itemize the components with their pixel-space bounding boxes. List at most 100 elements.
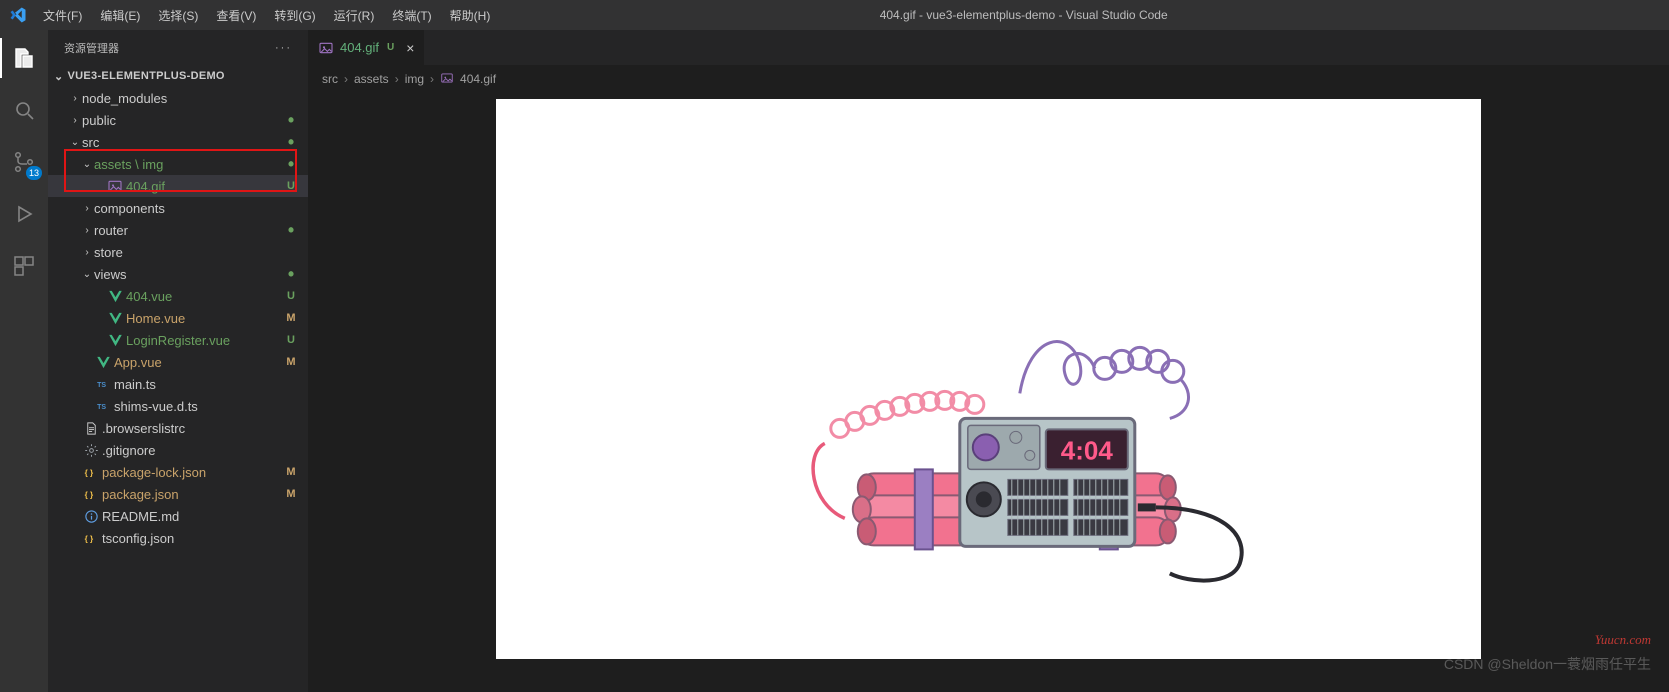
tree-file[interactable]: TSmain.ts — [48, 373, 308, 395]
tree-file[interactable]: TSshims-vue.d.ts — [48, 395, 308, 417]
tree-folder[interactable]: ⌄src• — [48, 131, 308, 153]
json-file-icon: { } — [82, 531, 100, 546]
sidebar: 资源管理器 ··· ⌄ VUE3-ELEMENTPLUS-DEMO ›node_… — [48, 30, 308, 692]
tree-folder[interactable]: ›router• — [48, 219, 308, 241]
project-name: VUE3-ELEMENTPLUS-DEMO — [68, 70, 225, 82]
svg-text:{ }: { } — [84, 534, 93, 543]
breadcrumb-current[interactable]: 404.gif — [460, 72, 496, 86]
tab-filename: 404.gif — [340, 40, 379, 55]
chevron-icon: › — [68, 115, 82, 126]
tree-file[interactable]: .browserslistrc — [48, 417, 308, 439]
tree-file[interactable]: App.vueM — [48, 351, 308, 373]
ts-file-icon: TS — [94, 399, 112, 413]
menu-goto[interactable]: 转到(G) — [266, 3, 323, 28]
file-file-icon — [82, 421, 100, 436]
tree-item-label: README.md — [102, 509, 298, 524]
activity-explorer-icon[interactable] — [0, 38, 48, 78]
activity-scm-icon[interactable]: 13 — [0, 142, 48, 182]
git-status: M — [284, 466, 298, 478]
tree-file[interactable]: Home.vueM — [48, 307, 308, 329]
vscode-logo-icon — [0, 6, 35, 24]
svg-text:4:04: 4:04 — [1060, 435, 1113, 465]
tree-file[interactable]: 404.vueU — [48, 285, 308, 307]
watermark-site: Yuucn.com — [1595, 632, 1651, 648]
tree-item-label: src — [82, 135, 284, 150]
menu-help[interactable]: 帮助(H) — [442, 3, 499, 28]
tree-item-label: public — [82, 113, 284, 128]
tree-file[interactable]: { } package.jsonM — [48, 483, 308, 505]
image-canvas: 4:04 — [496, 99, 1481, 659]
tree-item-label: package.json — [102, 487, 284, 502]
activity-extensions-icon[interactable] — [0, 246, 48, 286]
tree-item-label: LoginRegister.vue — [126, 333, 284, 348]
vue-file-icon — [106, 289, 124, 304]
editor-tabs: 404.gif U × — [308, 30, 1669, 65]
tree-item-label: router — [94, 223, 284, 238]
editor-tab[interactable]: 404.gif U × — [308, 30, 425, 65]
tree-file[interactable]: { }tsconfig.json — [48, 527, 308, 549]
breadcrumb-part[interactable]: src — [322, 72, 338, 86]
vue-file-icon — [106, 311, 124, 326]
info-file-icon — [82, 509, 100, 524]
menu-file[interactable]: 文件(F) — [35, 3, 90, 28]
json-file-icon: { } — [82, 465, 100, 480]
tree-file[interactable]: { }package-lock.jsonM — [48, 461, 308, 483]
tree-folder[interactable]: ›components — [48, 197, 308, 219]
tree-file[interactable]: README.md — [48, 505, 308, 527]
git-changed-dot: • — [284, 159, 298, 169]
menu-terminal[interactable]: 终端(T) — [384, 3, 439, 28]
window-title: 404.gif - vue3-elementplus-demo - Visual… — [498, 8, 1549, 22]
git-status: M — [284, 488, 298, 500]
tree-file[interactable]: LoginRegister.vueU — [48, 329, 308, 351]
main-menu: 文件(F) 编辑(E) 选择(S) 查看(V) 转到(G) 运行(R) 终端(T… — [35, 3, 498, 28]
close-icon[interactable]: × — [406, 40, 414, 56]
activity-search-icon[interactable] — [0, 90, 48, 130]
tree-file[interactable]: 404.gifU — [48, 175, 308, 197]
watermark-author: CSDN @Sheldon一蓑烟雨任平生 — [1444, 654, 1651, 674]
tree-item-label: package-lock.json — [102, 465, 284, 480]
menu-view[interactable]: 查看(V) — [208, 3, 264, 28]
tree-folder[interactable]: ›public• — [48, 109, 308, 131]
tree-item-label: main.ts — [114, 377, 298, 392]
breadcrumb-part[interactable]: img — [405, 72, 424, 86]
git-status: U — [284, 290, 298, 302]
tree-item-label: .gitignore — [102, 443, 298, 458]
vue-file-icon — [94, 355, 112, 370]
chevron-icon: ⌄ — [80, 159, 94, 170]
menu-edit[interactable]: 编辑(E) — [92, 3, 148, 28]
sidebar-section-title[interactable]: ⌄ VUE3-ELEMENTPLUS-DEMO — [48, 65, 308, 87]
tree-folder[interactable]: ›node_modules — [48, 87, 308, 109]
sidebar-title: 资源管理器 — [64, 40, 119, 56]
activity-bar: 13 — [0, 30, 48, 692]
breadcrumb[interactable]: src› assets› img› 404.gif — [308, 65, 1669, 93]
menu-select[interactable]: 选择(S) — [150, 3, 206, 28]
tree-item-label: 404.gif — [126, 179, 284, 194]
tree-item-label: components — [94, 201, 298, 216]
tree-item-label: 404.vue — [126, 289, 284, 304]
git-changed-dot: • — [284, 115, 298, 125]
git-changed-dot: • — [284, 137, 298, 147]
git-status: U — [284, 334, 298, 346]
tree-item-label: node_modules — [82, 91, 298, 106]
git-changed-dot: • — [284, 269, 298, 279]
sidebar-header: 资源管理器 ··· — [48, 30, 308, 65]
chevron-down-icon: ⌄ — [54, 70, 64, 83]
activity-debug-icon[interactable] — [0, 194, 48, 234]
chevron-icon: › — [80, 203, 94, 214]
tree-item-label: store — [94, 245, 298, 260]
tree-folder[interactable]: ›store — [48, 241, 308, 263]
sidebar-more-icon[interactable]: ··· — [275, 42, 292, 54]
tree-folder[interactable]: ⌄assets \ img• — [48, 153, 308, 175]
tree-item-label: shims-vue.d.ts — [114, 399, 298, 414]
git-status: M — [284, 312, 298, 324]
breadcrumb-part[interactable]: assets — [354, 72, 389, 86]
tree-folder[interactable]: ⌄views• — [48, 263, 308, 285]
tree-item-label: .browserslistrc — [102, 421, 298, 436]
menu-run[interactable]: 运行(R) — [326, 3, 383, 28]
tree-file[interactable]: .gitignore — [48, 439, 308, 461]
svg-text:{ }: { } — [84, 490, 93, 499]
chevron-icon: › — [68, 93, 82, 104]
tree-item-label: assets \ img — [94, 157, 284, 172]
image-preview[interactable]: 4:04 — [308, 93, 1669, 692]
tree-item-label: Home.vue — [126, 311, 284, 326]
